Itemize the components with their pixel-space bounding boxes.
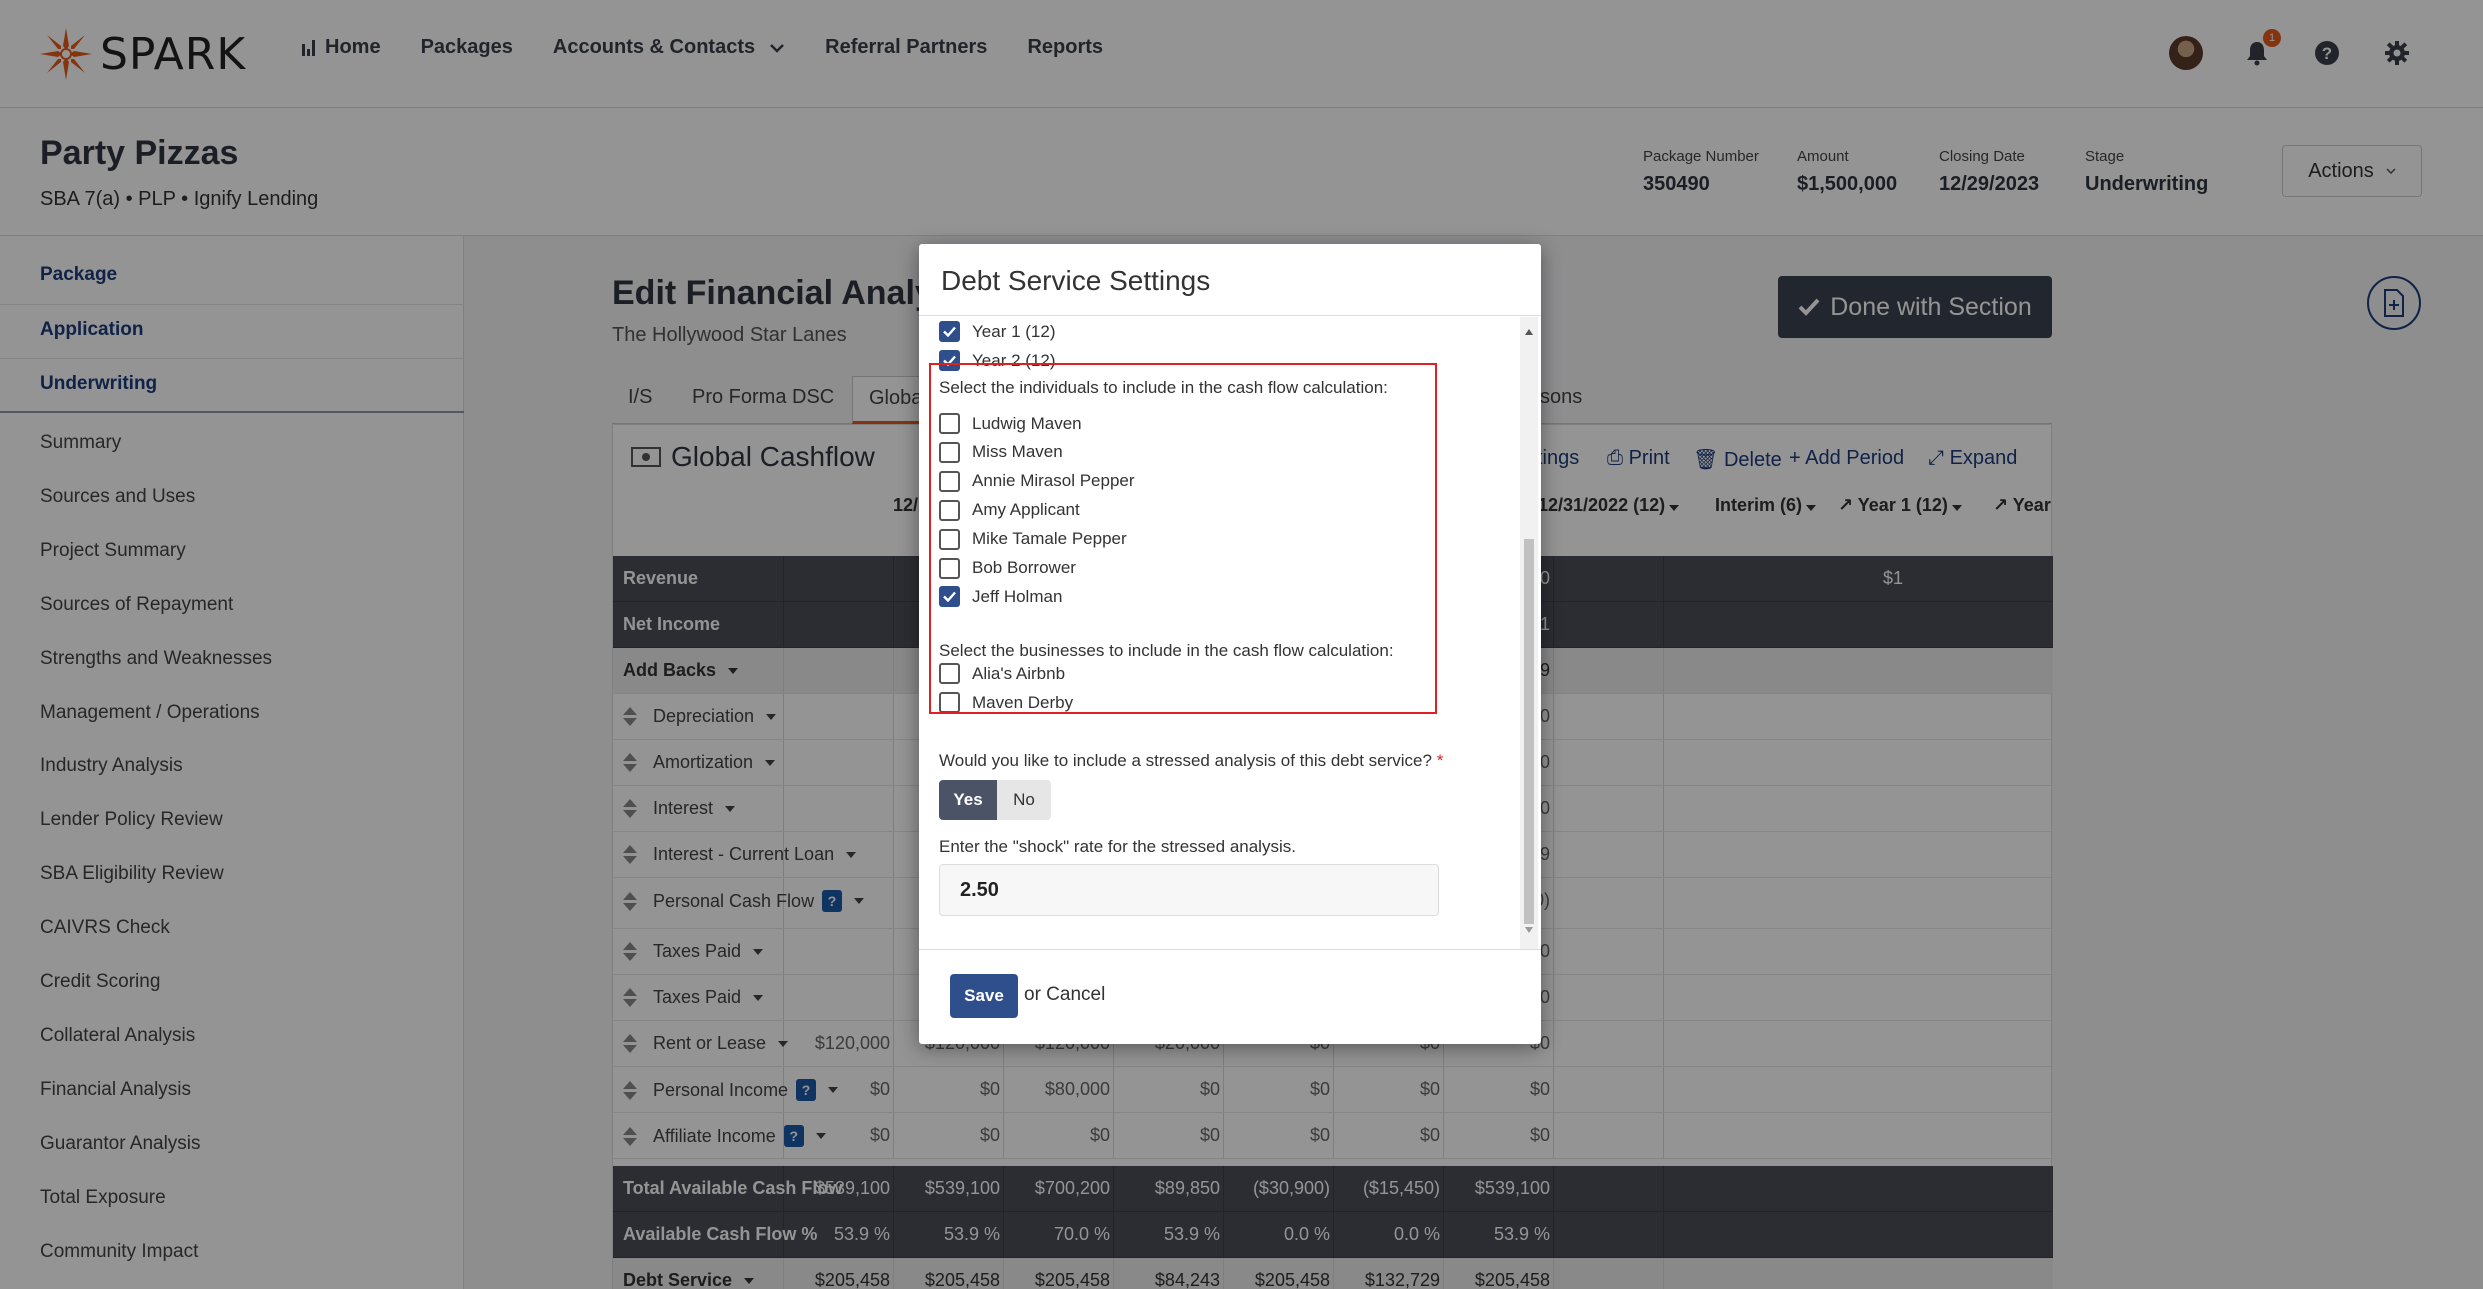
scroll-down-arrow[interactable] (1525, 927, 1533, 933)
modal-header: Debt Service Settings (919, 244, 1541, 316)
required-mark: * (1436, 751, 1444, 770)
checkbox[interactable] (939, 321, 960, 342)
stressed-yes-button[interactable]: Yes (939, 780, 997, 820)
stressed-toggle: Yes No (939, 780, 1051, 820)
check-icon (943, 326, 956, 337)
stressed-no-button[interactable]: No (997, 780, 1051, 820)
period-checkbox-1[interactable]: Year 1 (12) (939, 321, 1055, 342)
save-button[interactable]: Save (950, 974, 1018, 1018)
scroll-up-arrow[interactable] (1525, 329, 1533, 335)
businesses-label: Select the businesses to include in the … (939, 641, 1394, 660)
cancel-link[interactable]: or Cancel (1024, 984, 1105, 1006)
shock-label: Enter the "shock" rate for the stressed … (939, 837, 1296, 856)
individuals-label: Select the individuals to include in the… (939, 378, 1388, 397)
modal-footer: Save or Cancel (919, 949, 1541, 1044)
debt-service-settings-modal: Debt Service Settings Year 1 (12) Year 2 … (919, 244, 1541, 1044)
checkbox-label: Year 1 (12) (972, 321, 1056, 341)
shock-rate-input[interactable] (939, 864, 1439, 916)
stressed-question: Would you like to include a stressed ana… (939, 751, 1443, 771)
scroll-thumb[interactable] (1524, 539, 1534, 924)
modal-scrollbar[interactable] (1520, 317, 1538, 949)
highlight-box (929, 363, 1437, 714)
modal-body: Year 1 (12) Year 2 (12) Ludwig Maven Miss M… (919, 317, 1541, 949)
modal-title: Debt Service Settings (941, 265, 1211, 296)
stressed-question-text: Would you like to include a stressed ana… (939, 751, 1432, 770)
